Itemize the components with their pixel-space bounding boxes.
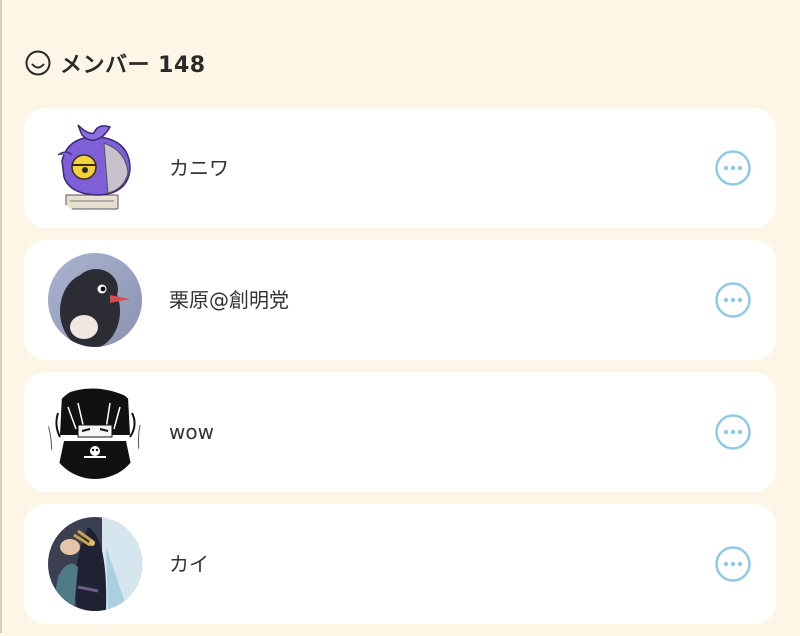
member-card[interactable]: 栗原@創明党 (24, 240, 776, 360)
member-name: wow (169, 420, 214, 444)
members-count-title: メンバー 148 (60, 53, 206, 78)
ellipsis-circle-icon[interactable] (714, 281, 752, 319)
member-card[interactable]: wow (24, 372, 776, 492)
purple-bird-avatar[interactable] (48, 121, 142, 215)
ellipsis-circle-icon[interactable] (714, 545, 752, 583)
member-name: カニワ (169, 156, 229, 180)
member-name: カイ (169, 552, 209, 576)
ellipsis-circle-icon[interactable] (714, 413, 752, 451)
member-name: 栗原@創明党 (169, 288, 289, 312)
members-header: メンバー 148 (24, 46, 206, 80)
member-list: カニワ 栗原@創明党 wow カイ (24, 108, 776, 636)
member-card[interactable]: カニワ (24, 108, 776, 228)
ellipsis-circle-icon[interactable] (714, 149, 752, 187)
smile-face-icon (24, 49, 52, 77)
manga-character-avatar[interactable] (48, 385, 142, 479)
member-card[interactable]: カイ (24, 504, 776, 624)
page-left-border (0, 0, 2, 633)
penguin-avatar[interactable] (48, 253, 142, 347)
cosplay-photo-avatar[interactable] (48, 517, 142, 611)
